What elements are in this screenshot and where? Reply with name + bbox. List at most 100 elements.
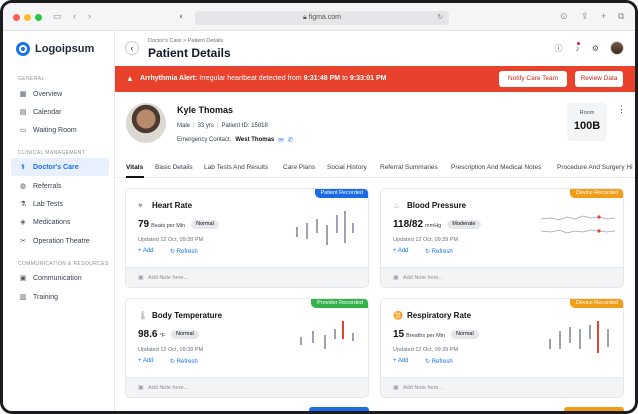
refresh-label: Refresh [431, 249, 453, 255]
sidebar-item-training[interactable]: ▥ Training [11, 288, 109, 306]
app-window: ▭ ‹ › ◐ 🔒︎ figma.com ↻ ⊙ ⇪ + ⧉ Logoipsum… [0, 0, 638, 414]
note-footer[interactable]: ▣ Add Note here... [381, 377, 623, 397]
add-button[interactable]: + Add [393, 358, 409, 364]
sidebar-item-referrals[interactable]: ◍ Referrals [11, 177, 109, 195]
sidebar-item-waiting-room[interactable]: ▭ Waiting Room [11, 121, 109, 139]
alert-text: Arrhythmia Alert: Irregular heartbeat de… [140, 75, 386, 82]
breadcrumb-item[interactable]: Doctor's Care [148, 38, 181, 44]
notify-care-team-button[interactable]: Notify Care Team [499, 71, 567, 87]
logo[interactable]: Logoipsum [16, 42, 94, 56]
address-bar[interactable]: 🔒︎ figma.com ↻ [195, 11, 449, 25]
vital-value-row: 79 Beats per Min Normal [138, 219, 219, 230]
page-title: Patient Details [148, 46, 231, 60]
blood-pressure-sparkline [541, 205, 617, 245]
updated-time: Updated 12 Oct, 09:39 PM [393, 237, 459, 243]
gear-icon[interactable]: ⚙ [591, 44, 600, 53]
sidebar-item-label: Doctor's Care [33, 163, 79, 171]
back-button[interactable]: ‹ [125, 41, 139, 55]
refresh-button[interactable]: ↻ Refresh [170, 358, 198, 365]
review-data-button[interactable]: Review Data [575, 71, 623, 87]
tab-vitals[interactable]: Vitals [126, 164, 143, 171]
sidebar-item-overview[interactable]: ▦ Overview [11, 85, 109, 103]
patient-meta: Male | 33 yrs | Patient ID: 15018 [177, 123, 268, 129]
vital-title: Heart Rate [152, 201, 193, 210]
diastolic-alert-point [597, 229, 601, 233]
updated-time: Updated 12 Oct, 09:39 PM [393, 347, 459, 353]
sidebar-item-operation-theatre[interactable]: ✂ Operation Theatre [11, 232, 109, 250]
patient-photo [126, 103, 166, 143]
back-arrow-icon[interactable]: ‹ [73, 11, 76, 21]
tab-basic-details[interactable]: Basic Details [155, 164, 193, 171]
sidebar-item-communication[interactable]: ▣ Communication [11, 269, 109, 287]
tab-referral-summaries[interactable]: Referral Summaries [380, 164, 438, 171]
forward-arrow-icon[interactable]: › [88, 11, 91, 21]
sparkline-bar [352, 333, 354, 341]
logo-text: Logoipsum [35, 43, 95, 55]
chat-icon: ▣ [19, 275, 27, 282]
source-badge: Device Recorded [569, 189, 623, 198]
logo-icon [16, 42, 30, 56]
breadcrumb-separator: > [182, 38, 187, 44]
minimize-window-button[interactable] [24, 14, 31, 21]
sparkline-bar [549, 339, 551, 349]
alert-message: Irregular heartbeat detected from [199, 75, 302, 82]
reload-icon[interactable]: ↻ [437, 11, 443, 25]
note-footer[interactable]: ▣ Add Note here... [126, 267, 368, 287]
add-button[interactable]: + Add [138, 248, 154, 254]
maximize-window-button[interactable] [35, 14, 42, 21]
respiratory-sparkline [541, 315, 617, 355]
add-button[interactable]: + Add [138, 358, 154, 364]
sparkline-bar [344, 211, 346, 243]
phone-icon[interactable]: ✆ [288, 136, 293, 144]
note-footer[interactable]: ▣ Add Note here... [381, 267, 623, 287]
message-icon[interactable]: ✉ [278, 136, 283, 144]
share-icon[interactable]: ⇪ [581, 11, 589, 21]
download-icon[interactable]: ⊙ [560, 11, 568, 21]
sidebar-item-label: Lab Tests [33, 200, 63, 208]
sidebar-item-calendar[interactable]: ▤ Calendar [11, 103, 109, 121]
close-window-button[interactable] [13, 14, 20, 21]
arrhythmia-alert-banner: ▲ Arrhythmia Alert: Irregular heartbeat … [115, 66, 635, 92]
pill-icon: ◈ [20, 219, 26, 226]
vital-card-respiratory-rate: Device Recorded ♊ Respiratory Rate 15 Bre… [380, 298, 624, 398]
tab-lab-tests[interactable]: Lab Tests And Results [204, 164, 268, 171]
more-options-icon[interactable]: ⋮ [617, 104, 626, 115]
tab-care-plans[interactable]: Care Plans [283, 164, 315, 171]
temperature-sparkline [286, 315, 362, 355]
sparkline-bar [589, 325, 591, 339]
next-card-badge-peek [564, 407, 624, 411]
scissors-icon: ✂ [20, 238, 26, 245]
note-footer[interactable]: ▣ Add Note here... [126, 377, 368, 397]
sparkline-bar [334, 329, 336, 339]
tab-procedure-surgery[interactable]: Procedure And Surgery Hi [557, 164, 633, 171]
add-label: Add [397, 248, 409, 254]
tab-social-history[interactable]: Social History [327, 164, 367, 171]
monitor-icon: ▭ [19, 127, 27, 134]
systolic-line [541, 215, 616, 221]
tab-overview-icon[interactable]: ⧉ [618, 11, 624, 21]
lungs-icon: ♊ [393, 311, 403, 320]
refresh-button[interactable]: ↻ Refresh [425, 358, 453, 365]
bell-icon[interactable]: ♪ [573, 44, 582, 53]
shield-icon[interactable]: ◐ [179, 11, 184, 21]
sidebar-item-medications[interactable]: ◈ Medications [11, 213, 109, 231]
sparkline-bar [326, 225, 328, 245]
refresh-button[interactable]: ↻ Refresh [425, 248, 453, 255]
refresh-button[interactable]: ↻ Refresh [170, 248, 198, 255]
vital-value: 15 [393, 329, 405, 340]
refresh-label: Refresh [176, 359, 198, 365]
info-icon[interactable]: ⓘ [554, 44, 563, 53]
vital-unit: Breaths per Min [406, 333, 445, 339]
vital-card-heart-rate: Patient Recorded ♥ Heart Rate 79 Beats pe… [125, 188, 369, 288]
new-tab-icon[interactable]: + [601, 11, 606, 21]
alert-from-time: 9:31:48 PM [303, 75, 341, 82]
sidebar-item-doctors-care[interactable]: ⚕ Doctor's Care [11, 158, 109, 176]
sidebar-toggle-icon[interactable]: ▭ [53, 11, 62, 21]
section-title-communication: COMMUNICATION & RESOURCES [18, 261, 109, 267]
user-avatar[interactable] [610, 41, 624, 55]
flask-icon: ⚗ [19, 201, 27, 208]
vital-value-row: 118/82 mmHg Moderate [393, 219, 481, 230]
tab-prescription-notes[interactable]: Prescription And Medical Notes [451, 164, 541, 171]
sidebar-item-lab-tests[interactable]: ⚗ Lab Tests [11, 195, 109, 213]
add-button[interactable]: + Add [393, 248, 409, 254]
